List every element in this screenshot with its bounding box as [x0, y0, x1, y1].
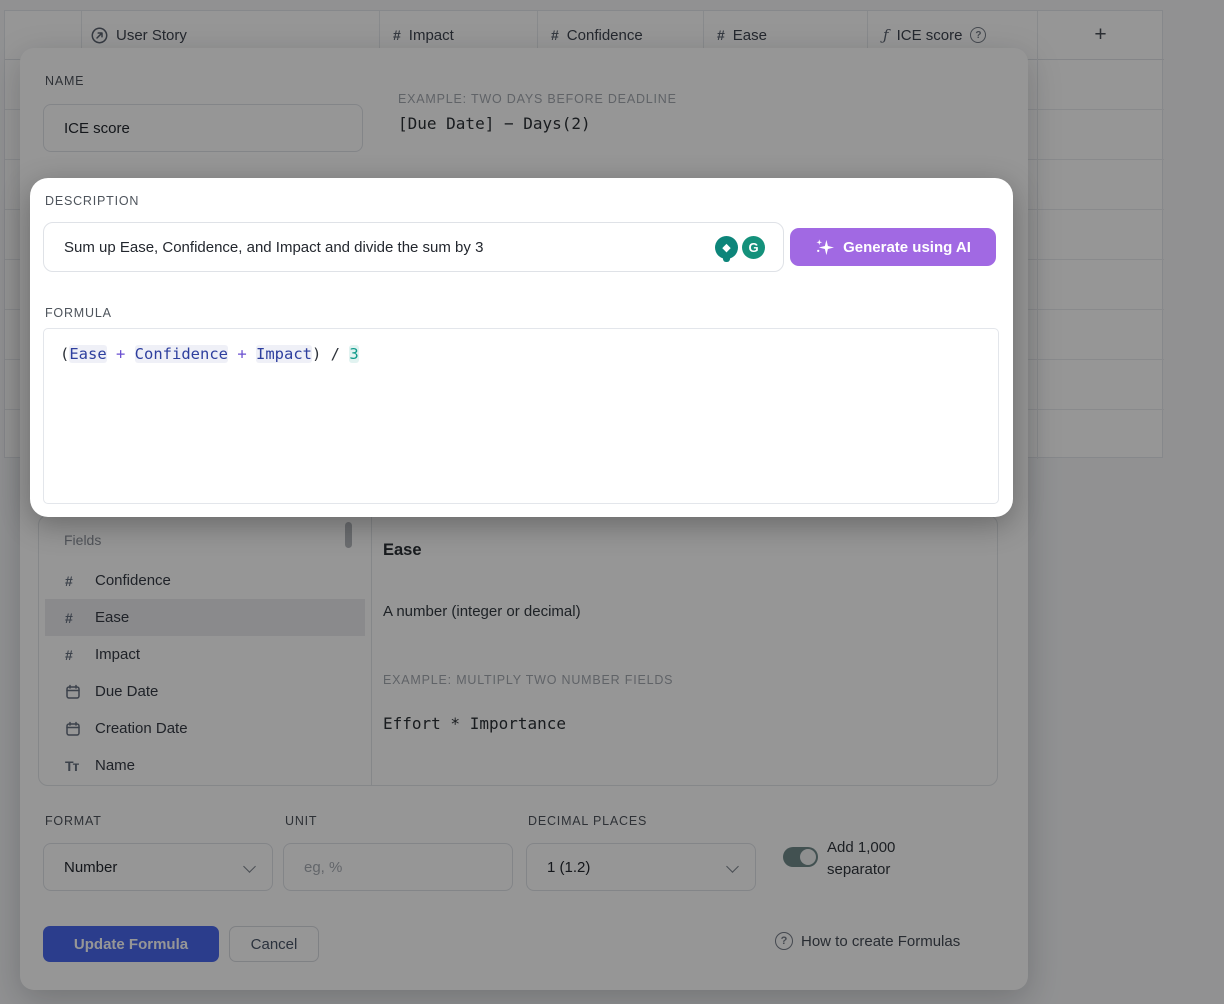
- sparkle-icon: [815, 238, 834, 257]
- description-input[interactable]: Sum up Ease, Confidence, and Impact and …: [43, 222, 784, 272]
- formula-token-operator: +: [228, 345, 256, 363]
- formula-expression: (Ease + Confidence + Impact) / 3: [60, 345, 359, 363]
- formula-token-number: 3: [349, 345, 358, 363]
- formula-token: ): [312, 345, 321, 363]
- formula-token-operator: +: [107, 345, 135, 363]
- grammarly-icon[interactable]: G: [742, 236, 765, 259]
- formula-label: FORMULA: [45, 306, 112, 320]
- formula-token-field: Ease: [69, 345, 106, 363]
- generate-using-ai-button[interactable]: Generate using AI: [790, 228, 996, 266]
- formula-token-field: Confidence: [135, 345, 228, 363]
- spotlight-panel: DESCRIPTION Sum up Ease, Confidence, and…: [30, 178, 1013, 517]
- screen: User Story # Impact # Confidence # Ease …: [0, 0, 1224, 1004]
- writing-assistant-badges: ◆ G: [715, 236, 765, 259]
- generate-ai-label: Generate using AI: [843, 239, 971, 256]
- description-value: Sum up Ease, Confidence, and Impact and …: [64, 239, 483, 256]
- formula-token: (: [60, 345, 69, 363]
- formula-editor[interactable]: (Ease + Confidence + Impact) / 3: [43, 328, 999, 504]
- formula-token-field: Impact: [256, 345, 312, 363]
- formula-token-operator: /: [321, 345, 349, 363]
- suggestion-badge-icon[interactable]: ◆: [715, 236, 738, 259]
- description-label: DESCRIPTION: [45, 194, 139, 208]
